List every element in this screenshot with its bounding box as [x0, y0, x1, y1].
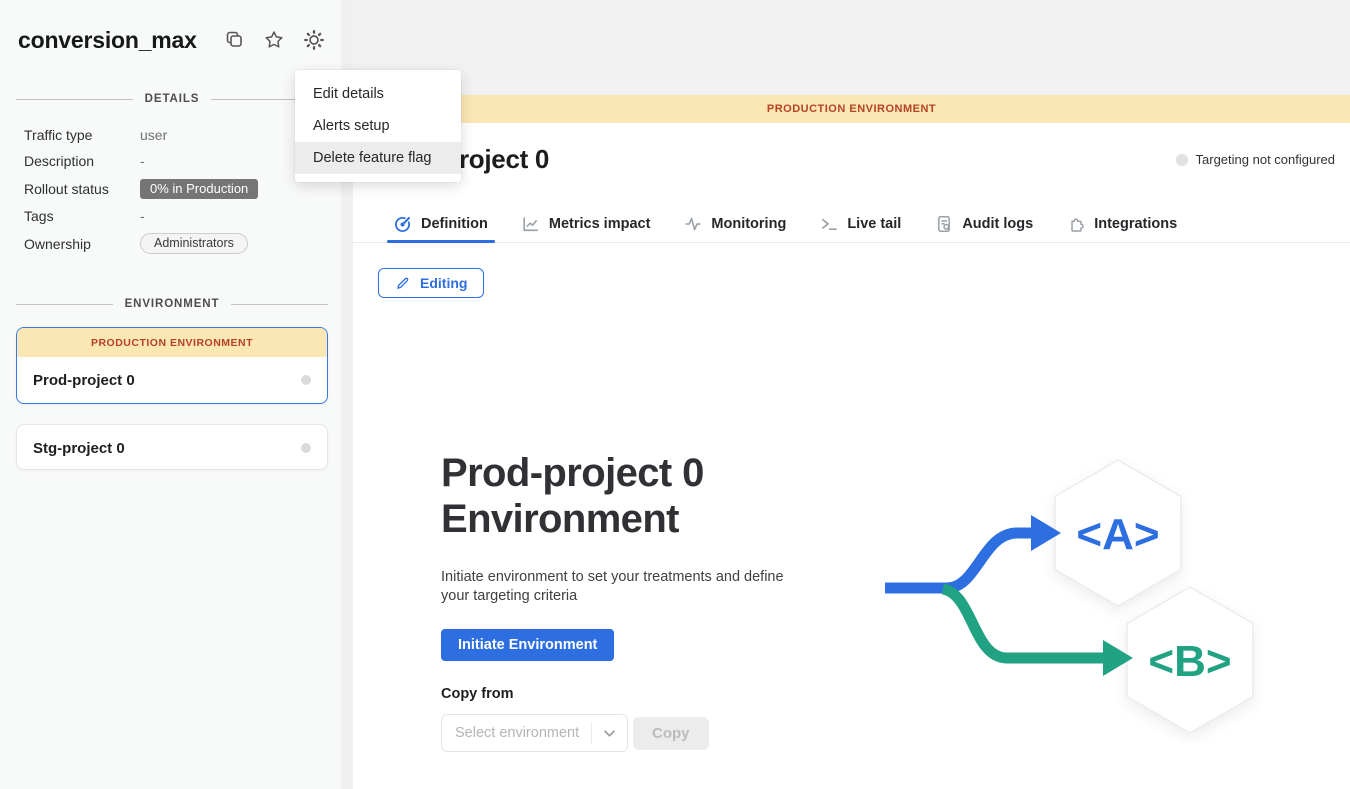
copy-from-label: Copy from: [441, 686, 514, 702]
sidebar: conversion_max DETAILS Traffic type: [0, 0, 341, 789]
empty-state-heading: Prod-project 0 Environment: [441, 450, 821, 542]
detail-row-rollout-status: Rollout status 0% in Production: [24, 174, 324, 203]
tab-audit-logs[interactable]: Audit logs: [918, 206, 1050, 242]
ownership-pill[interactable]: Administrators: [140, 233, 248, 254]
detail-label: Rollout status: [24, 181, 140, 197]
menu-item-edit-details[interactable]: Edit details: [295, 78, 461, 110]
details-section-header: DETAILS: [16, 93, 328, 105]
environment-heading: ENVIRONMENT: [125, 298, 220, 310]
favorite-star-button[interactable]: [262, 28, 286, 52]
feature-flag-title: conversion_max: [18, 27, 197, 54]
main-panel: PRODUCTION ENVIRONMENT Prod-project 0 Ta…: [353, 0, 1350, 789]
targeting-status: Targeting not configured: [1176, 152, 1335, 167]
detail-row-traffic-type: Traffic type user: [24, 122, 324, 148]
editing-button[interactable]: Editing: [378, 268, 484, 298]
tab-bar: Definition Metrics impact Monitoring Liv…: [353, 206, 1350, 243]
target-pencil-icon: [394, 215, 412, 233]
puzzle-icon: [1067, 215, 1085, 233]
menu-item-alerts-setup[interactable]: Alerts setup: [295, 110, 461, 142]
gear-icon: [303, 29, 325, 51]
select-environment-dropdown[interactable]: Select environment: [441, 714, 628, 752]
menu-item-delete-feature-flag[interactable]: Delete feature flag: [295, 142, 461, 174]
variant-b-label: <B>: [1148, 637, 1231, 686]
environment-name: Stg-project 0: [33, 440, 125, 457]
environment-status-dot: [301, 375, 311, 385]
targeting-status-label: Targeting not configured: [1196, 152, 1335, 167]
production-environment-banner: PRODUCTION ENVIRONMENT: [353, 95, 1350, 123]
editing-button-label: Editing: [420, 275, 467, 291]
terminal-icon: [820, 215, 838, 233]
green-branch-line: [943, 589, 1104, 658]
detail-value: -: [140, 208, 145, 224]
line-chart-icon: [522, 215, 540, 233]
production-environment-label: PRODUCTION ENVIRONMENT: [17, 328, 327, 357]
tab-label: Monitoring: [711, 216, 786, 232]
pencil-icon: [395, 275, 411, 291]
settings-dropdown-menu: Edit details Alerts setup Delete feature…: [295, 70, 461, 182]
tab-integrations[interactable]: Integrations: [1050, 206, 1194, 242]
ab-split-illustration: <A> <B>: [885, 453, 1265, 743]
detail-row-tags: Tags -: [24, 203, 324, 229]
blue-branch-line: [885, 533, 1032, 588]
environment-card-stg[interactable]: Stg-project 0: [16, 424, 328, 470]
detail-label: Ownership: [24, 236, 140, 252]
environment-name: Prod-project 0: [33, 372, 135, 389]
main-top-band: [353, 0, 1350, 95]
tab-definition[interactable]: Definition: [377, 206, 505, 242]
copy-icon: [223, 29, 245, 51]
tab-live-tail[interactable]: Live tail: [803, 206, 918, 242]
tab-metrics-impact[interactable]: Metrics impact: [505, 206, 668, 242]
environment-status-dot: [301, 443, 311, 453]
tab-label: Live tail: [847, 216, 901, 232]
rollout-status-badge: 0% in Production: [140, 179, 258, 199]
star-icon: [263, 29, 285, 51]
detail-row-ownership: Ownership Administrators: [24, 229, 324, 258]
variant-a-label: <A>: [1076, 510, 1159, 559]
empty-state-description: Initiate environment to set your treatme…: [441, 568, 813, 606]
select-placeholder: Select environment: [442, 725, 591, 741]
environment-card-prod[interactable]: PRODUCTION ENVIRONMENT Prod-project 0: [16, 327, 328, 404]
audit-log-icon: [935, 215, 953, 233]
initiate-environment-button[interactable]: Initiate Environment: [441, 629, 614, 661]
detail-label: Tags: [24, 208, 140, 224]
tab-label: Metrics impact: [549, 216, 651, 232]
tab-label: Integrations: [1094, 216, 1177, 232]
tab-monitoring[interactable]: Monitoring: [667, 206, 803, 242]
copy-environment-button[interactable]: Copy: [633, 717, 709, 750]
detail-value: -: [140, 153, 145, 169]
detail-value: user: [140, 127, 167, 143]
environment-section-header: ENVIRONMENT: [16, 298, 328, 310]
divider: [16, 304, 113, 305]
pulse-icon: [684, 215, 702, 233]
detail-row-description: Description -: [24, 148, 324, 174]
tab-label: Definition: [421, 216, 488, 232]
detail-label: Traffic type: [24, 127, 140, 143]
divider: [231, 304, 328, 305]
status-dot-icon: [1176, 154, 1188, 166]
copy-name-button[interactable]: [222, 28, 246, 52]
detail-label: Description: [24, 153, 140, 169]
details-heading: DETAILS: [145, 93, 200, 105]
details-rows: Traffic type user Description - Rollout …: [24, 122, 324, 258]
tab-label: Audit logs: [962, 216, 1033, 232]
settings-gear-button[interactable]: [302, 28, 326, 52]
divider: [16, 99, 133, 100]
chevron-down-icon: [604, 730, 615, 737]
